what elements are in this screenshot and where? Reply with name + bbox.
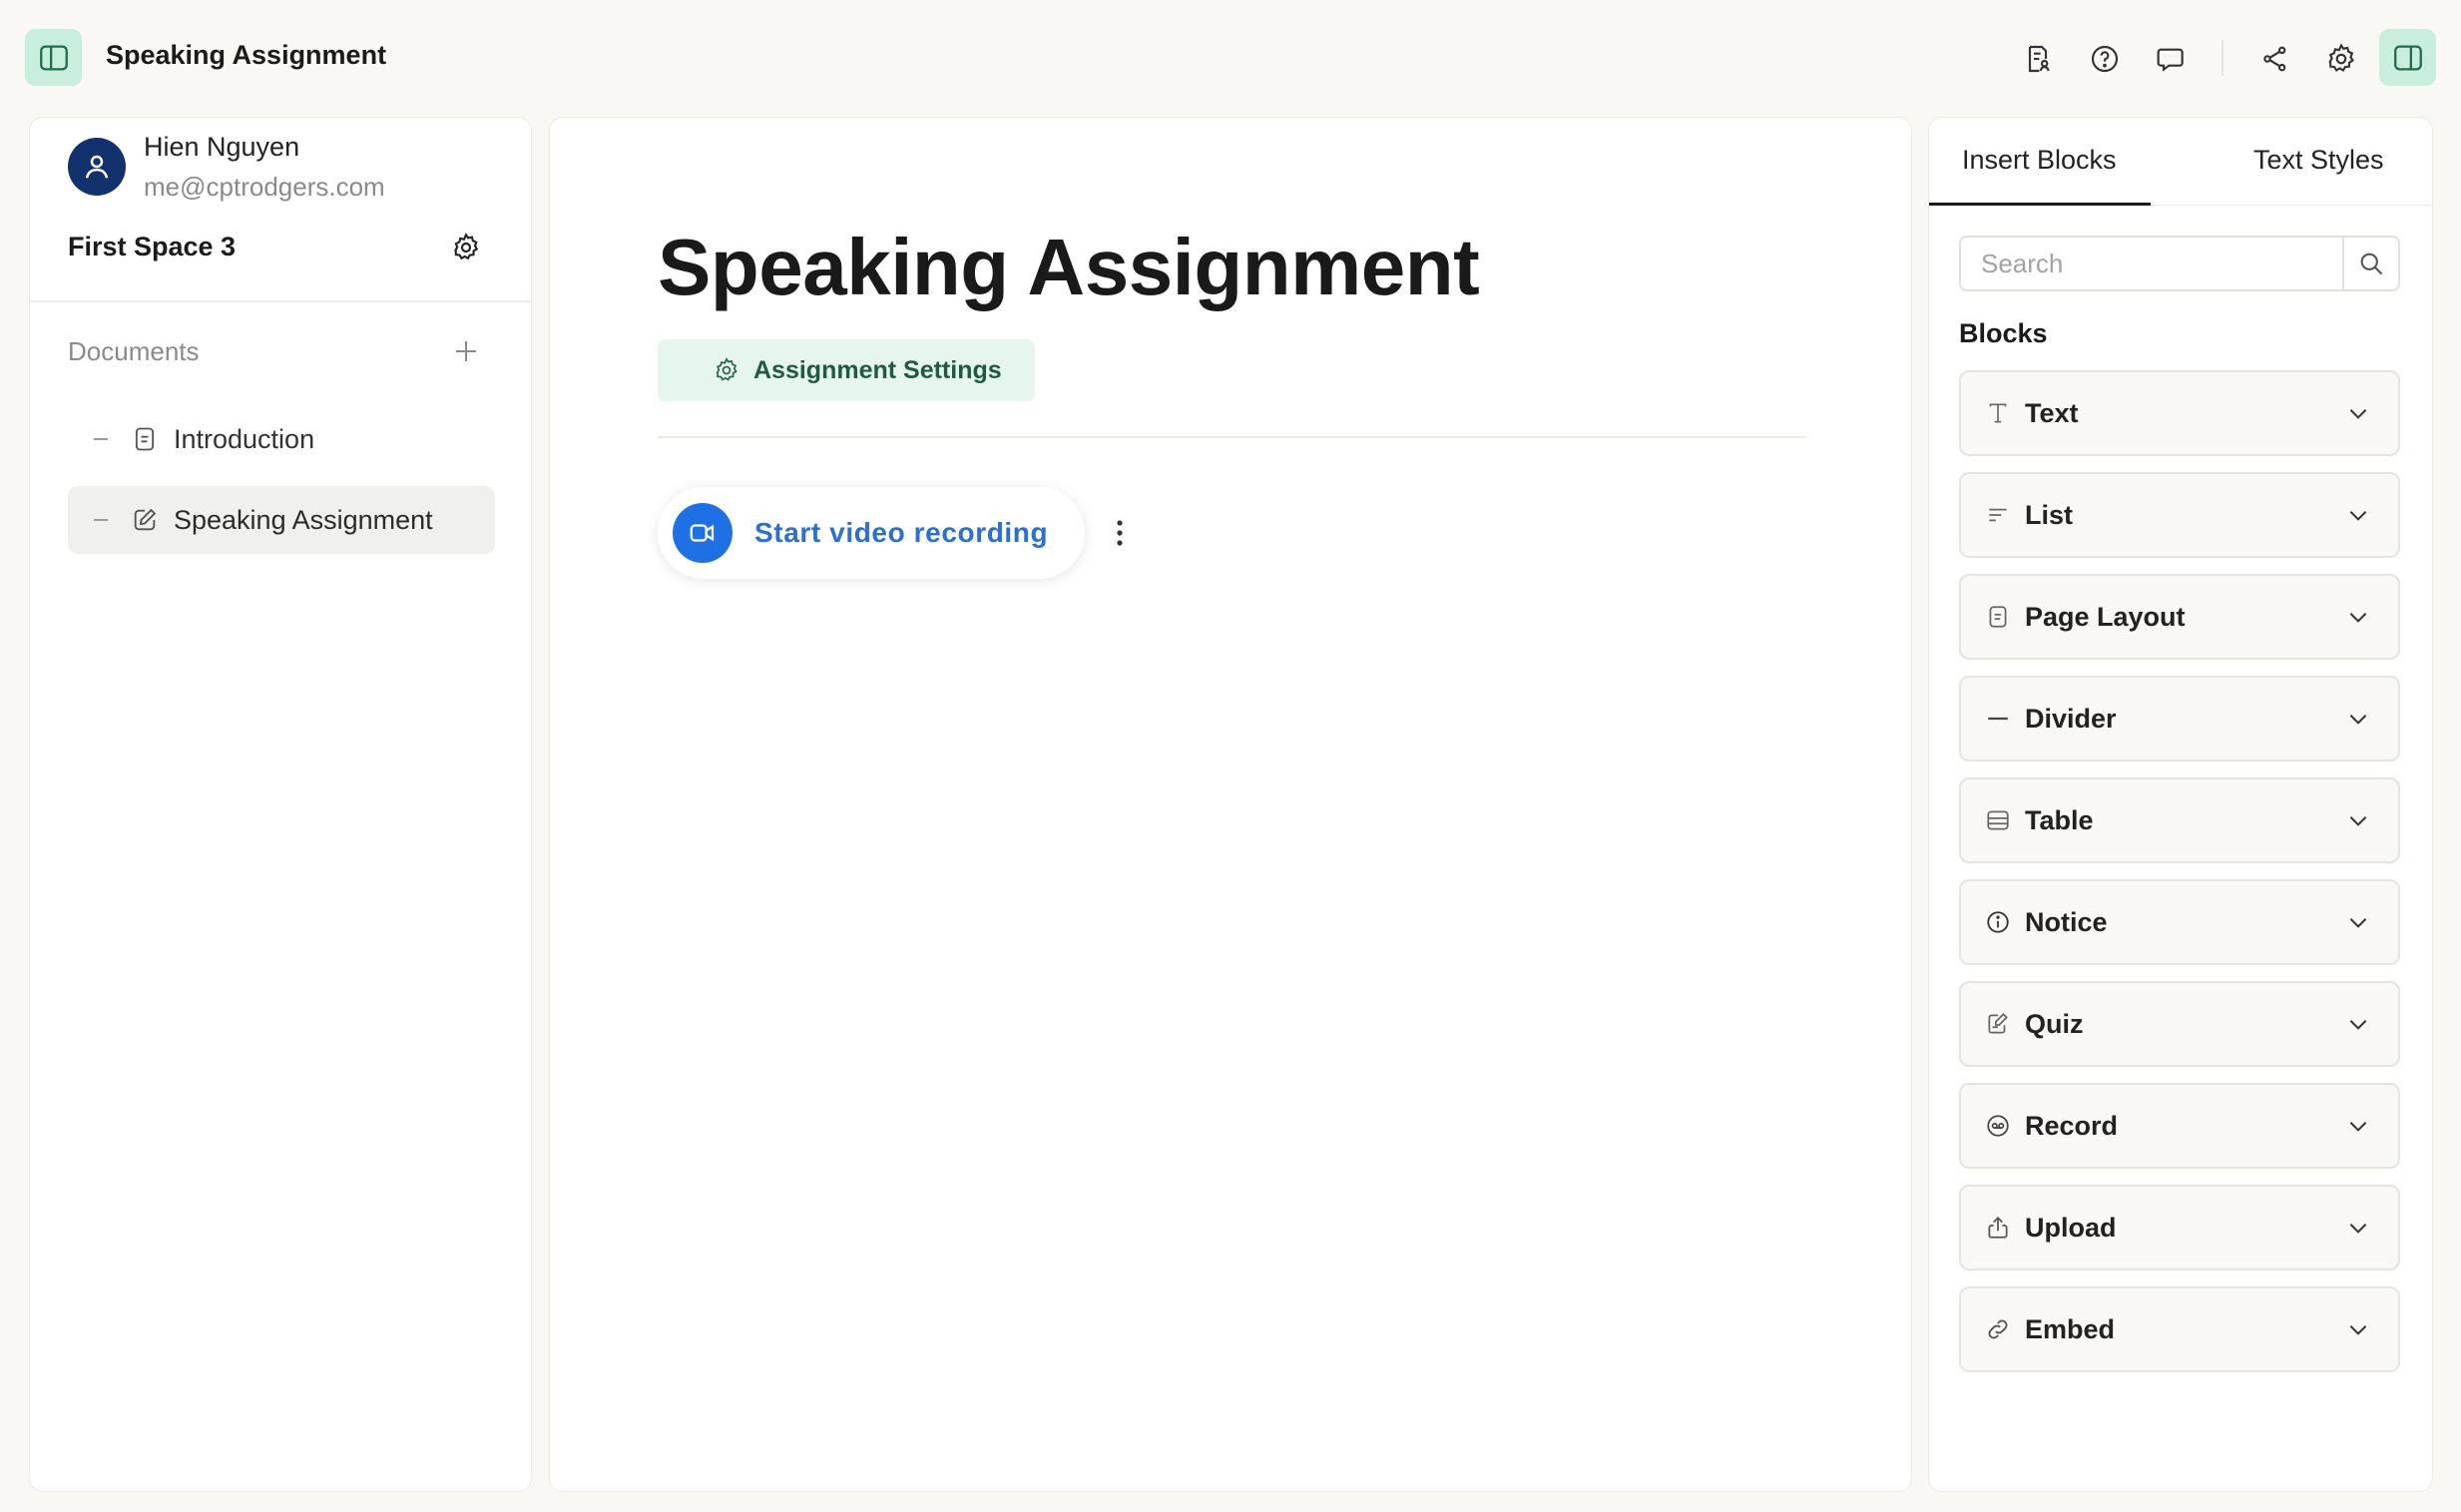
block-notice[interactable]: Notice (1959, 879, 2400, 965)
block-label: Text (2025, 397, 2079, 428)
block-label: Page Layout (2025, 601, 2186, 632)
page-title[interactable]: Speaking Assignment (658, 222, 1480, 313)
sidebar-item-label: Speaking Assignment (174, 504, 433, 535)
chevron-down-icon (2344, 705, 2372, 733)
left-sidebar: Hien Nguyen me@cptrodgers.com First Spac… (29, 117, 532, 1492)
block-label: List (2025, 499, 2074, 530)
search-button[interactable] (2342, 238, 2398, 289)
start-video-recording-button[interactable]: Start video recording (658, 487, 1085, 579)
space-name: First Space 3 (68, 232, 237, 261)
record-icon (1983, 1111, 2013, 1141)
top-bar: Speaking Assignment (0, 0, 2461, 112)
block-label: Table (2025, 804, 2094, 835)
gear-icon (450, 232, 482, 263)
block-label: Embed (2025, 1313, 2116, 1344)
block-label: Record (2025, 1110, 2119, 1141)
chevron-down-icon (2344, 908, 2372, 936)
help-button[interactable] (2079, 30, 2131, 87)
document-user-icon (2022, 43, 2054, 75)
title-divider (658, 436, 1805, 438)
block-list[interactable]: List (1959, 472, 2400, 558)
add-document-button[interactable] (446, 331, 486, 371)
text-icon (1983, 398, 2013, 428)
block-quiz[interactable]: Quiz (1959, 981, 2400, 1067)
divider-icon (1983, 704, 2013, 734)
block-page-layout[interactable]: Page Layout (1959, 574, 2400, 660)
more-vertical-icon (1116, 519, 1124, 547)
gear-icon (712, 355, 741, 385)
quiz-icon (1983, 1009, 2013, 1039)
editor-area: Speaking Assignment Assignment Settings … (549, 117, 1912, 1492)
settings-icon (2324, 42, 2358, 76)
sidebar-item-label: Introduction (174, 423, 315, 454)
chevron-down-icon (2344, 1112, 2372, 1140)
chevron-down-icon (2344, 806, 2372, 834)
right-panel: Insert Blocks Text Styles Blocks Text (1928, 117, 2433, 1492)
toolbar-separator (2221, 40, 2223, 76)
user-icon (82, 152, 112, 182)
tab-insert-blocks[interactable]: Insert Blocks (1962, 145, 2117, 176)
avatar[interactable] (68, 138, 126, 196)
settings-button[interactable] (2315, 30, 2367, 87)
chevron-down-icon (2344, 1214, 2372, 1242)
space-settings-button[interactable] (446, 228, 486, 267)
tree-dash (94, 438, 108, 440)
page-layout-icon (1983, 602, 2013, 632)
share-icon (2259, 43, 2291, 75)
left-panel-toggle-button[interactable] (25, 29, 82, 86)
block-record[interactable]: Record (1959, 1083, 2400, 1169)
block-text[interactable]: Text (1959, 370, 2400, 456)
plus-icon (451, 336, 481, 366)
help-icon (2089, 43, 2121, 75)
assignment-settings-label: Assignment Settings (753, 355, 1002, 384)
block-label: Divider (2025, 703, 2117, 734)
sidebar-toggle-icon (37, 41, 71, 75)
documents-label: Documents (68, 336, 200, 366)
user-email: me@cptrodgers.com (144, 172, 385, 202)
active-tab-indicator (1929, 203, 2151, 206)
chevron-down-icon (2344, 1315, 2372, 1343)
block-label: Quiz (2025, 1008, 2084, 1039)
assignment-settings-button[interactable]: Assignment Settings (658, 339, 1035, 401)
chevron-down-icon (2344, 399, 2372, 427)
search-icon (2357, 250, 2385, 277)
search-box (1959, 236, 2400, 291)
upload-icon (1983, 1213, 2013, 1243)
block-upload[interactable]: Upload (1959, 1185, 2400, 1270)
search-input[interactable] (1961, 238, 2344, 289)
table-icon (1983, 805, 2013, 835)
blocks-heading: Blocks (1959, 318, 2048, 348)
chevron-down-icon (2344, 1010, 2372, 1038)
sidebar-divider (30, 300, 531, 302)
sidebar-item-introduction[interactable]: Introduction (68, 405, 495, 473)
app-title: Speaking Assignment (106, 40, 387, 70)
chevron-down-icon (2344, 501, 2372, 529)
block-embed[interactable]: Embed (1959, 1286, 2400, 1372)
block-label: Notice (2025, 906, 2108, 937)
tab-text-styles[interactable]: Text Styles (2253, 145, 2384, 176)
start-video-recording-label: Start video recording (754, 517, 1049, 548)
comments-button[interactable] (2146, 30, 2198, 87)
user-name: Hien Nguyen (144, 132, 300, 162)
document-user-button[interactable] (2012, 30, 2064, 87)
sidebar-item-speaking-assignment[interactable]: Speaking Assignment (68, 486, 495, 554)
block-table[interactable]: Table (1959, 777, 2400, 863)
block-divider[interactable]: Divider (1959, 676, 2400, 761)
block-label: Upload (2025, 1212, 2117, 1243)
more-options-button[interactable] (1105, 513, 1135, 553)
list-icon (1983, 500, 2013, 530)
chevron-down-icon (2344, 603, 2372, 631)
share-button[interactable] (2249, 30, 2301, 87)
link-icon (1983, 1314, 2013, 1344)
right-panel-toggle-button[interactable] (2379, 29, 2436, 86)
edit-icon (130, 505, 160, 535)
right-panel-toggle-icon (2391, 41, 2425, 75)
document-icon (130, 424, 160, 454)
video-camera-icon (673, 503, 733, 563)
comments-icon (2156, 43, 2188, 75)
info-icon (1983, 907, 2013, 937)
tree-dash (94, 519, 108, 521)
